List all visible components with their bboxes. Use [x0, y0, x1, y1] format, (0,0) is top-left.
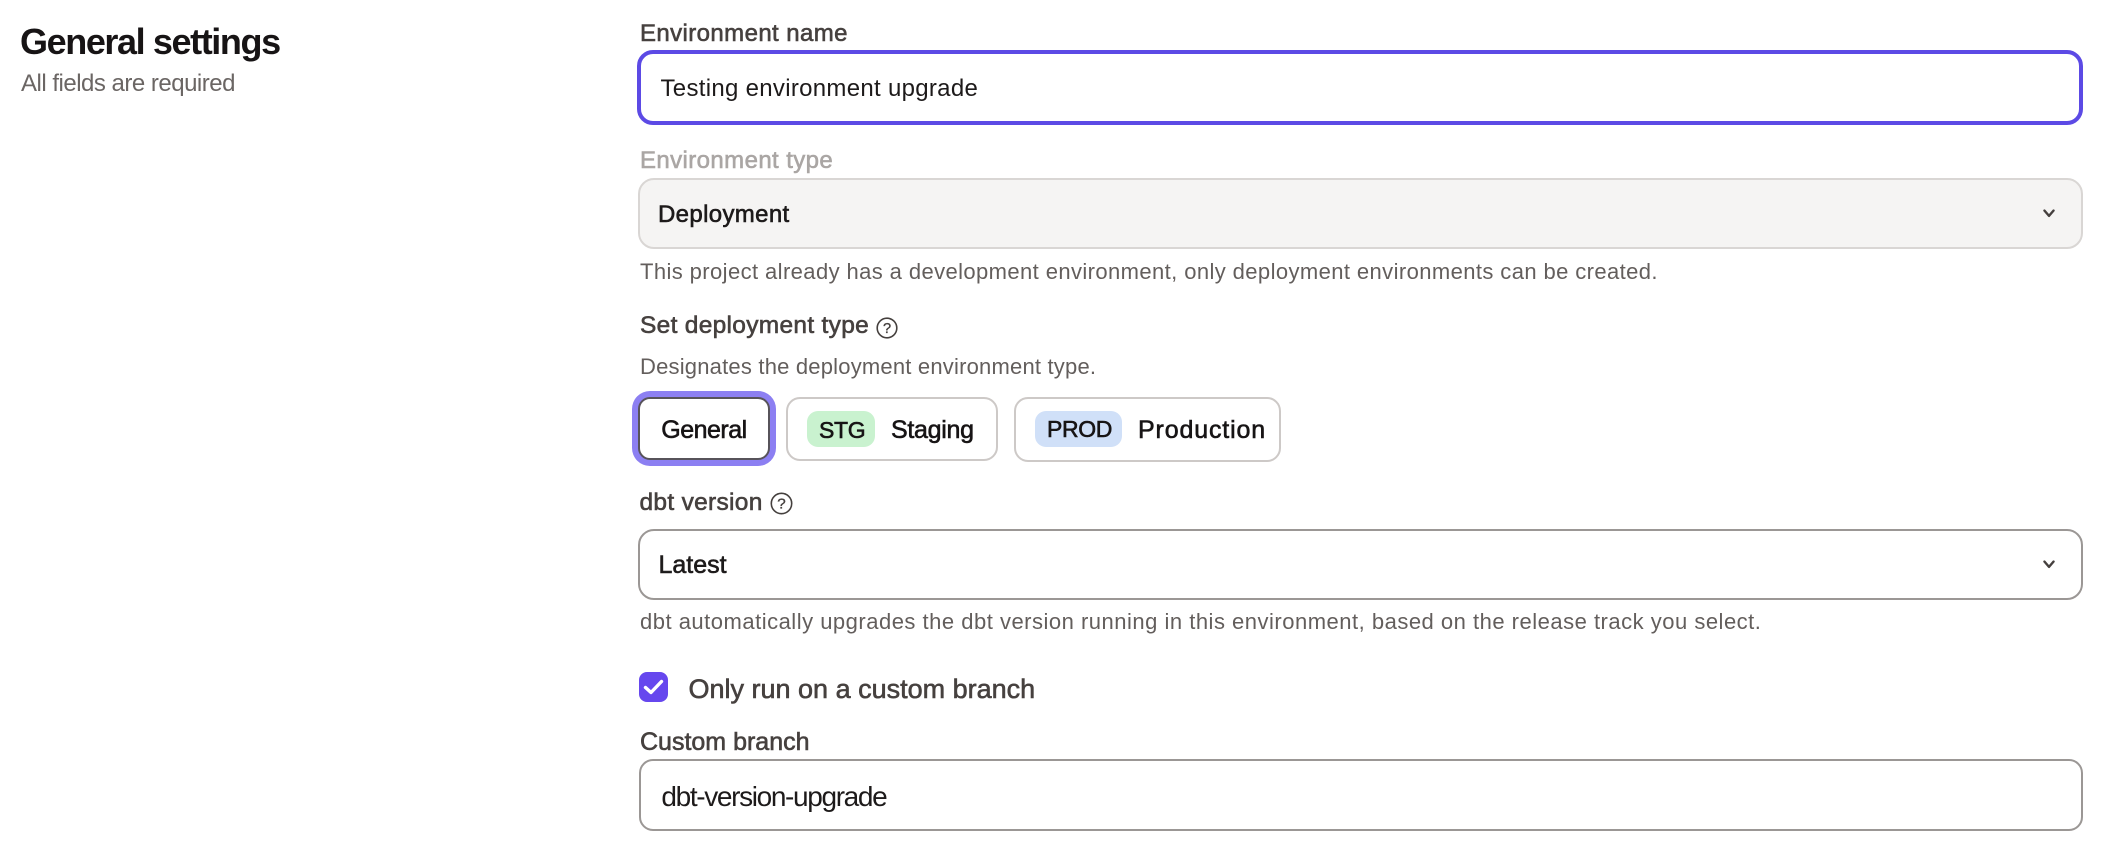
- svg-text:?: ?: [883, 321, 891, 337]
- svg-text:?: ?: [777, 495, 785, 512]
